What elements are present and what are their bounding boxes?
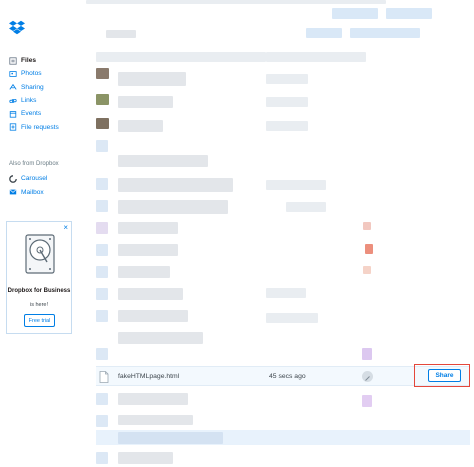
- blurred-column-header: [266, 52, 366, 62]
- blurred-modified: [266, 288, 306, 298]
- app-item-carousel[interactable]: Carousel: [9, 172, 47, 186]
- nav-label: Links: [21, 97, 37, 105]
- blurred-row: [118, 222, 178, 234]
- file-thumbnail: [96, 68, 109, 79]
- member-avatar: [363, 222, 371, 230]
- app-item-mailbox[interactable]: Mailbox: [9, 186, 47, 200]
- files-icon: [9, 57, 17, 65]
- member-avatar: [362, 395, 372, 407]
- file-type-icon: [96, 244, 108, 256]
- file-browser: [86, 0, 474, 467]
- blurred-row: [118, 72, 186, 86]
- blurred-row: [118, 244, 178, 256]
- nav-item-sharing[interactable]: Sharing: [9, 81, 59, 94]
- blurred-modified: [286, 202, 326, 212]
- blurred-modified: [266, 180, 326, 190]
- blurred-modified: [266, 74, 308, 84]
- link-icon[interactable]: [362, 371, 373, 382]
- member-avatar: [362, 348, 372, 360]
- file-modified: 45 secs ago: [269, 373, 306, 380]
- share-button[interactable]: Share: [428, 369, 461, 382]
- blurred-row: [118, 452, 173, 464]
- also-from-dropbox-heading: Also from Dropbox: [9, 161, 59, 167]
- blurred-modified: [266, 121, 308, 131]
- nav-label: Sharing: [21, 83, 44, 91]
- apps-nav: Carousel Mailbox: [9, 172, 47, 199]
- nav-item-files[interactable]: Files: [9, 54, 59, 67]
- file-type-icon: [96, 222, 108, 234]
- file-type-icon: [96, 200, 108, 212]
- blurred-row: [118, 332, 203, 344]
- blurred-row: [118, 393, 188, 405]
- carousel-icon: [9, 174, 17, 183]
- blurred-header: [350, 28, 420, 38]
- blurred-row: [118, 432, 223, 444]
- file-thumbnail: [96, 94, 109, 105]
- blurred-row: [118, 120, 163, 132]
- blurred-row: [118, 96, 173, 108]
- events-icon: [9, 111, 17, 118]
- file-thumbnail: [96, 118, 109, 129]
- close-icon[interactable]: ×: [63, 223, 68, 232]
- file-name[interactable]: fakeHTMLpage.html: [118, 373, 179, 380]
- blurred-modified: [266, 313, 318, 323]
- blurred-header: [332, 8, 378, 19]
- business-promo-card: × Dropbox for Business is here! Free tri…: [6, 221, 72, 334]
- promo-title: Dropbox for Business: [7, 288, 71, 294]
- nav-item-links[interactable]: Links: [9, 94, 59, 107]
- mailbox-icon: [9, 189, 17, 195]
- blurred-row: [118, 288, 183, 300]
- file-type-icon: [96, 452, 108, 464]
- file-type-icon: [96, 288, 108, 300]
- blurred-row: [118, 310, 188, 322]
- blurred-header: [306, 28, 342, 38]
- member-avatar: [365, 244, 373, 254]
- nav-item-events[interactable]: Events: [9, 107, 59, 120]
- blurred-row: [118, 155, 208, 167]
- free-trial-button[interactable]: Free trial: [24, 314, 55, 327]
- nav-label: Events: [21, 110, 42, 118]
- nav-label: File requests: [21, 123, 59, 131]
- app-label: Mailbox: [21, 188, 44, 196]
- blurred-row: [118, 200, 228, 214]
- blurred-row: [118, 266, 170, 278]
- nav-item-file-requests[interactable]: File requests: [9, 120, 59, 133]
- blurred-header: [386, 8, 432, 19]
- file-type-icon: [96, 178, 108, 190]
- file-type-icon: [96, 348, 108, 360]
- links-icon: [9, 98, 17, 103]
- sharing-icon: [9, 84, 17, 90]
- blurred-row: [118, 178, 233, 192]
- blurred-column-header: [96, 52, 266, 62]
- file-requests-icon: [9, 123, 17, 131]
- file-type-icon: [96, 140, 108, 152]
- blurred-header: [86, 0, 386, 4]
- nav-label: Photos: [21, 70, 42, 78]
- blurred-breadcrumb: [106, 30, 136, 38]
- hard-drive-icon: [25, 234, 55, 274]
- blurred-row: [118, 415, 193, 425]
- app-label: Carousel: [21, 175, 48, 183]
- html-file-icon: [99, 371, 109, 383]
- dropbox-logo-icon[interactable]: [9, 20, 25, 36]
- photos-icon: [9, 71, 17, 77]
- nav-item-photos[interactable]: Photos: [9, 67, 59, 80]
- file-type-icon: [96, 266, 108, 278]
- file-type-icon: [96, 393, 108, 405]
- file-type-icon: [96, 415, 108, 427]
- member-avatar: [363, 266, 371, 274]
- nav-label: Files: [21, 57, 37, 65]
- blurred-modified: [266, 97, 308, 107]
- sidebar: Files Photos Sharing Links Events File r…: [0, 0, 80, 467]
- file-type-icon: [96, 310, 108, 322]
- promo-subtitle: is here!: [29, 302, 49, 308]
- main-nav: Files Photos Sharing Links Events File r…: [9, 54, 59, 134]
